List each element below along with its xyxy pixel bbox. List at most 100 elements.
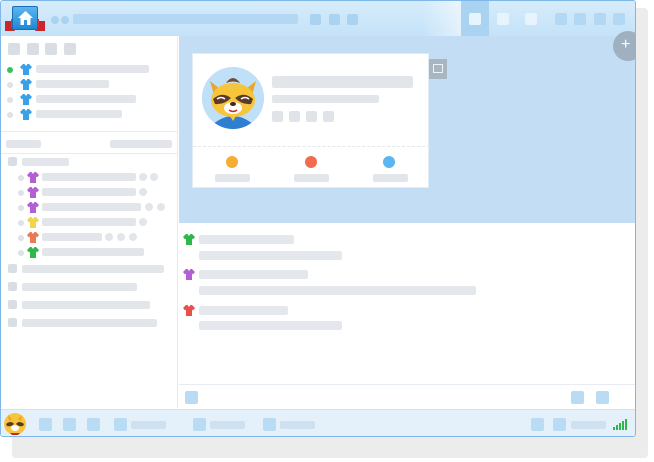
badge-icon (129, 233, 137, 241)
group-expand-icon[interactable] (8, 300, 17, 309)
close-button[interactable] (613, 13, 625, 25)
group-name[interactable] (22, 283, 137, 291)
stat-dot-blue (383, 156, 395, 168)
status-dot (18, 205, 24, 211)
group-expand-icon[interactable] (8, 282, 17, 291)
section-header-label[interactable] (6, 140, 41, 148)
badge-icon (139, 188, 147, 196)
skin-button[interactable] (555, 13, 567, 25)
title-glow (421, 1, 461, 36)
find-label[interactable] (131, 421, 166, 429)
badge-icon (139, 173, 147, 181)
message-text (199, 286, 476, 295)
badge-icon (139, 218, 147, 226)
group-expand-icon[interactable] (8, 157, 17, 166)
chat-client-window: + (0, 0, 636, 437)
tab-groups[interactable] (489, 1, 517, 36)
find-icon[interactable] (114, 418, 127, 431)
toolbar-icon[interactable] (310, 14, 321, 25)
level-badge-icon (272, 111, 283, 122)
friend-name (36, 65, 149, 73)
group-name[interactable] (22, 301, 150, 309)
tray-icon[interactable] (531, 418, 544, 431)
send-icon[interactable] (596, 391, 609, 404)
sidebar-tool-icon[interactable] (45, 43, 57, 55)
friend-name (36, 80, 109, 88)
shirt-icon (27, 217, 39, 228)
group-expand-icon[interactable] (8, 318, 17, 327)
app-label[interactable] (280, 421, 315, 429)
signature-bar[interactable] (73, 14, 298, 24)
shirt-icon (20, 94, 32, 105)
status-dot (7, 112, 13, 118)
level-badge-icon (323, 111, 334, 122)
friend-name (36, 110, 122, 118)
status-dot[interactable] (61, 16, 69, 24)
toolbar-icon[interactable] (347, 14, 358, 25)
tray-label[interactable] (571, 421, 606, 429)
send-options-icon[interactable] (571, 391, 584, 404)
badge-icon (157, 203, 165, 211)
minimize-button[interactable] (594, 13, 606, 25)
member-name (42, 248, 144, 256)
stat-label (373, 174, 408, 182)
raccoon-avatar-icon[interactable] (4, 413, 26, 435)
sidebar-tool-icon[interactable] (64, 43, 76, 55)
title-bar (1, 1, 635, 36)
raccoon-avatar-icon[interactable] (202, 67, 264, 129)
divider (1, 131, 177, 132)
signal-icon (613, 419, 627, 430)
group-expand-icon[interactable] (8, 264, 17, 273)
menu-icon[interactable] (39, 418, 52, 431)
picture-icon[interactable] (429, 59, 447, 79)
group-name[interactable] (22, 158, 69, 166)
app-icon[interactable] (263, 418, 276, 431)
message-sender (199, 306, 288, 315)
tray-icon[interactable] (553, 418, 566, 431)
menu-button[interactable] (574, 13, 586, 25)
level-badge-icon (289, 111, 300, 122)
status-dot (18, 175, 24, 181)
emoji-icon[interactable] (185, 391, 198, 404)
shirt-icon (20, 109, 32, 120)
shirt-icon (27, 202, 39, 213)
message-text (199, 321, 342, 330)
member-name (42, 218, 136, 226)
status-dot (18, 235, 24, 241)
toolbar-icon[interactable] (329, 14, 340, 25)
add-button[interactable]: + (613, 31, 635, 61)
app-icon[interactable] (193, 418, 206, 431)
level-badge-icon (306, 111, 317, 122)
sidebar (1, 36, 178, 408)
member-name (42, 203, 141, 211)
group-name[interactable] (22, 265, 164, 273)
status-dot[interactable] (51, 16, 59, 24)
shirt-icon (27, 187, 39, 198)
online-status-dot (7, 67, 13, 73)
status-dot (7, 82, 13, 88)
settings-icon[interactable] (63, 418, 76, 431)
shirt-icon (20, 79, 32, 90)
status-dot (18, 220, 24, 226)
shirt-icon (27, 247, 39, 258)
home-button[interactable] (5, 5, 45, 33)
message-text (199, 251, 342, 260)
stat-label (294, 174, 329, 182)
tab-contacts[interactable] (461, 1, 489, 36)
badge-icon (150, 173, 158, 181)
messages-icon[interactable] (87, 418, 100, 431)
friend-name (36, 95, 136, 103)
section-header-action[interactable] (110, 140, 172, 148)
group-name[interactable] (22, 319, 157, 327)
message-input[interactable] (179, 384, 635, 409)
tab-recent[interactable] (517, 1, 545, 36)
sidebar-tool-icon[interactable] (8, 43, 20, 55)
badge-icon (105, 233, 113, 241)
plus-icon: + (621, 36, 631, 53)
stat-dot-orange (226, 156, 238, 168)
app-label[interactable] (210, 421, 245, 429)
profile-signature (272, 95, 379, 103)
stat-dot-red (305, 156, 317, 168)
message-sender (199, 235, 294, 244)
sidebar-tool-icon[interactable] (27, 43, 39, 55)
